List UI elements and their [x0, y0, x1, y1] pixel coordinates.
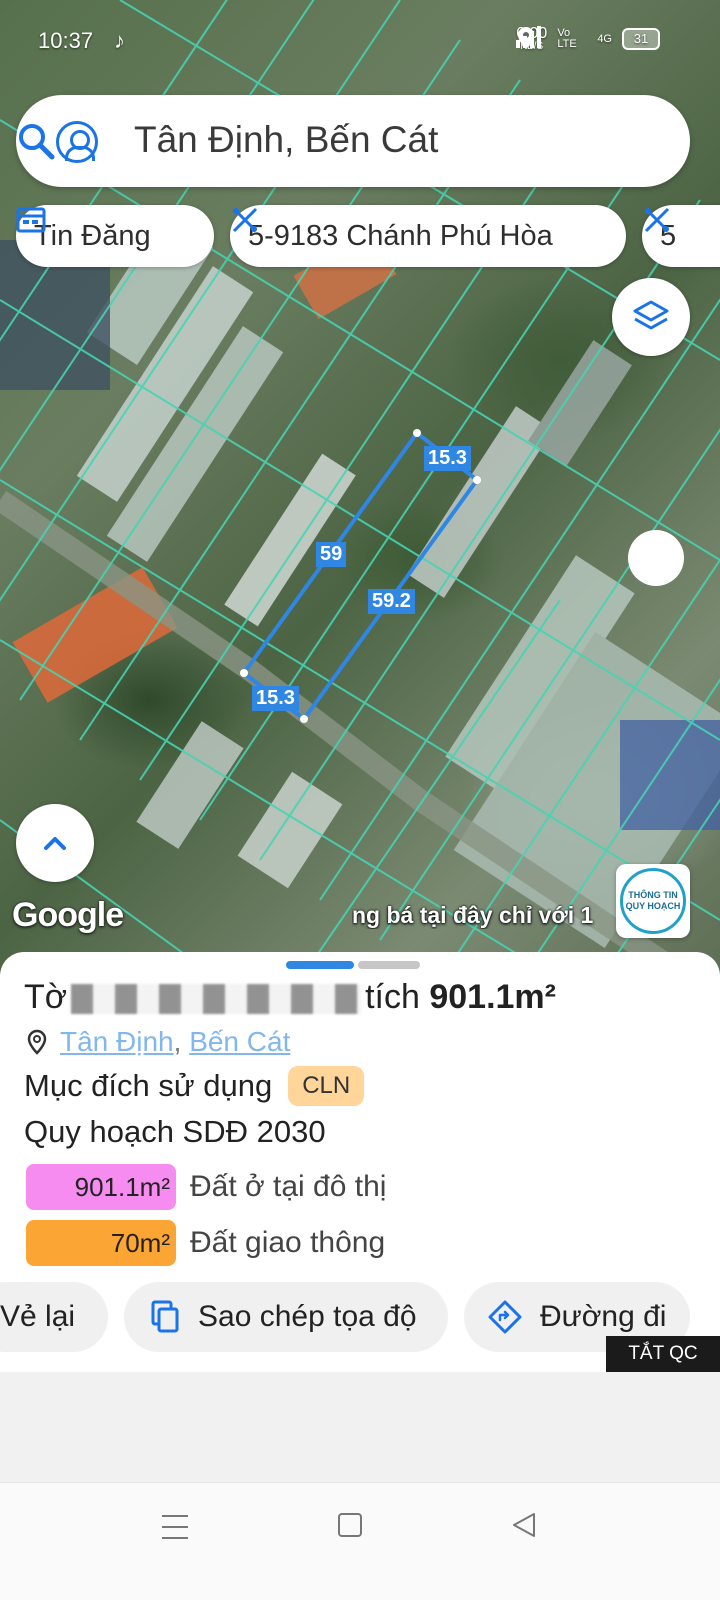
zone-area-badge: 70m² [26, 1220, 176, 1266]
location-pin-icon [27, 1029, 47, 1055]
search-input[interactable]: Tân Định, Bến Cát [134, 119, 438, 161]
status-time: 10:37 [38, 28, 94, 53]
zone-label: Đất ở tại đô thị [190, 1170, 387, 1203]
location-marker[interactable] [628, 530, 684, 586]
address-ward-link[interactable]: Tân Định [60, 1026, 174, 1057]
volte-label: Vo LTE [557, 27, 577, 50]
ad-placeholder [0, 1372, 720, 1482]
ad-marquee[interactable]: ng bá tại đây chỉ với 1 [352, 902, 614, 929]
zone-row: 70m² Đất giao thông [26, 1220, 385, 1266]
signal-icon-2 [516, 26, 542, 48]
planning-info-button[interactable]: THÔNG TIN QUY HOẠCH [616, 864, 690, 938]
calendar-icon [16, 207, 46, 233]
status-bar: 10:37 ♪ 6.00 KB/S Vo LTE 4G 31 [0, 0, 720, 80]
close-ad-button[interactable]: TẮT QC [606, 1336, 720, 1372]
chip-tin-dang[interactable]: Tin Đăng [16, 205, 214, 267]
menu-icon[interactable] [162, 1515, 188, 1539]
redraw-button[interactable]: Vẻ lại [0, 1282, 108, 1352]
chip-parcel-2[interactable]: 5 [642, 205, 720, 267]
parcel-address[interactable]: Tân Định, Bến Cát [26, 1026, 290, 1058]
sheet-handle-active[interactable] [286, 961, 354, 969]
zone-area-badge: 901.1m² [26, 1164, 176, 1210]
edge-label-right: 59.2 [368, 589, 415, 614]
plan-title: Quy hoạch SDĐ 2030 [24, 1114, 326, 1149]
user-icon[interactable] [56, 121, 98, 163]
planning-info-label: THÔNG TIN QUY HOẠCH [620, 868, 686, 934]
copy-coordinates-button[interactable]: Sao chép tọa độ [124, 1282, 448, 1352]
redacted-text [71, 984, 362, 1015]
expand-up-button[interactable] [16, 804, 94, 882]
parcel-area: 901.1m² [429, 978, 556, 1016]
chip-label: Tin Đăng [34, 219, 151, 252]
chip-label: 5-9183 Chánh Phú Hòa [248, 219, 553, 252]
land-use-row: Mục đích sử dụng CLN [24, 1066, 365, 1106]
layers-button[interactable] [612, 278, 690, 356]
layers-icon [633, 300, 669, 330]
zone-row: 901.1m² Đất ở tại đô thị [26, 1164, 386, 1210]
ruler-icon [232, 207, 258, 233]
home-icon[interactable] [338, 1513, 362, 1537]
google-logo: Google [12, 896, 124, 934]
edge-label-bottom: 15.3 [252, 686, 299, 711]
signal-4g-label: 4G [597, 33, 612, 45]
sheet-handle[interactable] [358, 961, 420, 969]
land-use-code-badge: CLN [288, 1066, 365, 1106]
ruler-icon [644, 207, 670, 233]
search-bar[interactable]: Tân Định, Bến Cát [16, 95, 690, 187]
address-district-link[interactable]: Bến Cát [189, 1026, 290, 1057]
land-use-label: Mục đích sử dụng [24, 1068, 273, 1103]
satellite-map[interactable]: 15.3 59 59.2 15.3 10:37 ♪ 6.00 KB/S Vo L… [0, 0, 720, 980]
directions-icon [488, 1300, 522, 1334]
system-nav-bar [0, 1482, 720, 1600]
zone-label: Đất giao thông [190, 1226, 386, 1259]
parcel-title: Tờ tích 901.1m² [24, 978, 556, 1016]
tiktok-icon: ♪ [114, 28, 125, 53]
chip-parcel[interactable]: 5-9183 Chánh Phú Hòa [230, 205, 626, 267]
edge-label-left: 59 [316, 542, 347, 567]
battery-icon: 31 [622, 28, 660, 50]
edge-label-top: 15.3 [424, 446, 471, 471]
search-icon[interactable] [16, 121, 56, 161]
copy-icon [151, 1300, 179, 1333]
parcel-info-sheet[interactable]: Tờ tích 901.1m² Tân Định, Bến Cát Mục đíc… [0, 952, 720, 1372]
back-icon[interactable] [510, 1511, 538, 1539]
chevron-up-icon [44, 837, 66, 850]
status-indicators: 6.00 KB/S Vo LTE 4G 31 [516, 26, 660, 52]
